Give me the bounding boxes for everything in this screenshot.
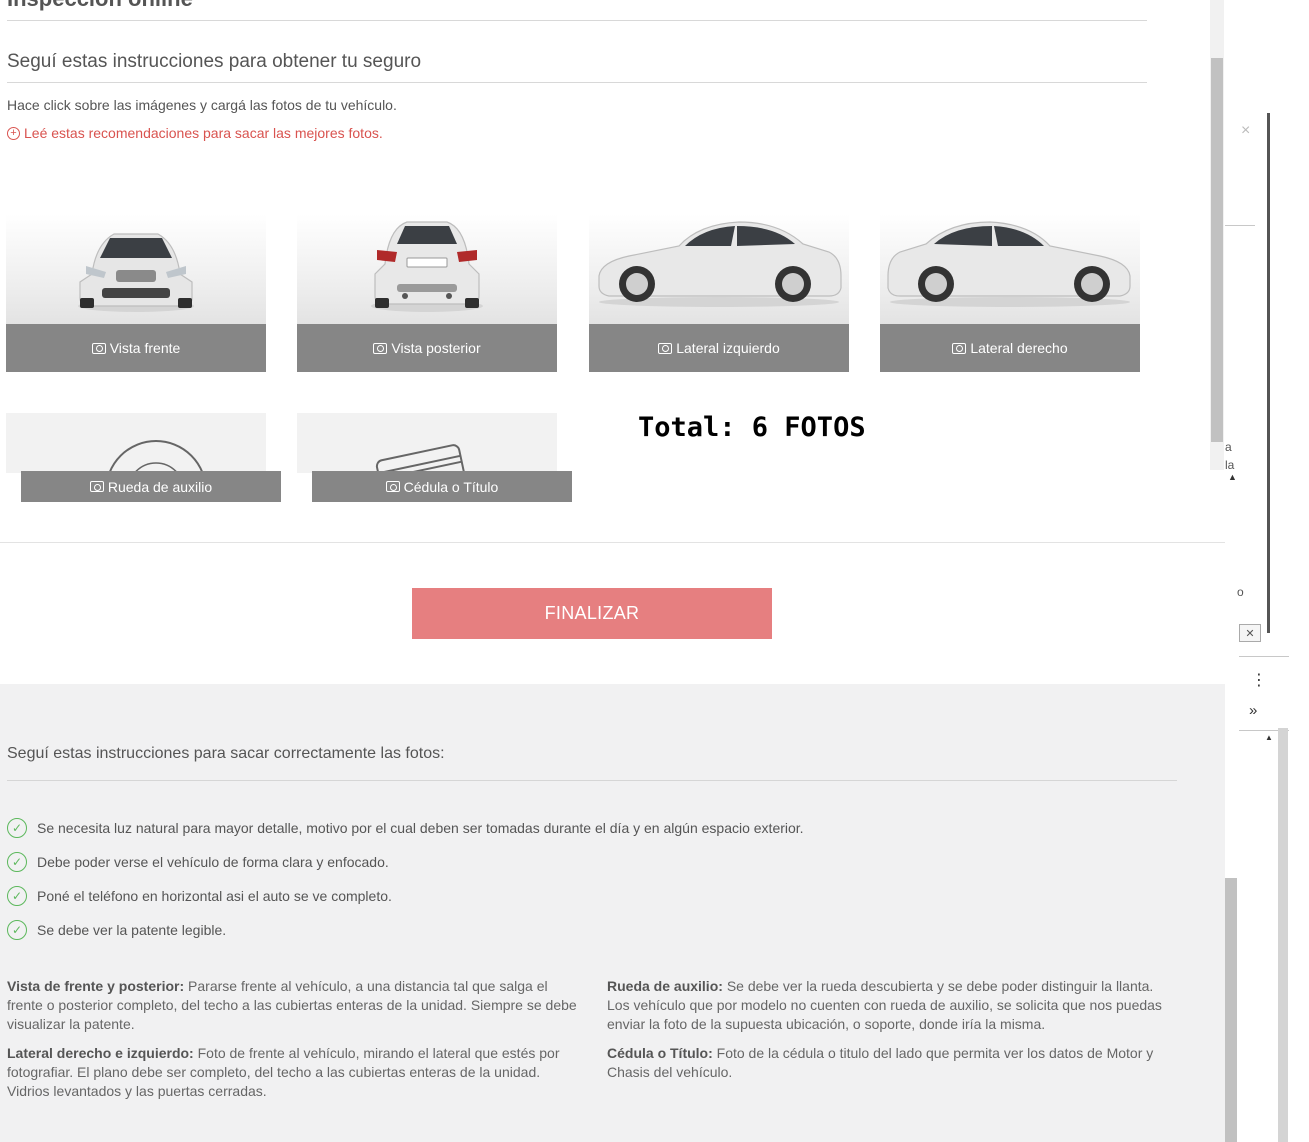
title-document-image [297,413,557,473]
divider [1225,225,1255,226]
check-item-text: Se debe ver la patente legible. [37,922,227,938]
photo-card-rear[interactable]: Vista posterior [297,214,557,372]
photo-label-spare-wheel[interactable]: Rueda de auxilio [21,471,281,502]
divider [1239,656,1289,657]
photo-label-text: Vista posterior [391,340,481,356]
cut-text: la [1225,458,1235,472]
check-item: ✓ Se debe ver la patente legible. [7,920,226,940]
detail-title: Lateral derecho e izquierdo: [7,1045,194,1061]
photo-card-left-side[interactable]: Lateral izquierdo [589,214,849,372]
detail-title: Vista de frente y posterior: [7,978,185,994]
detail-left-right: Lateral derecho e izquierdo: Foto de fre… [7,1044,582,1101]
photo-instructions-section: Seguí estas instrucciones para sacar cor… [0,684,1225,1142]
detail-title: Cédula o Título: [607,1045,713,1061]
camera-icon [658,342,673,354]
check-circle-icon: ✓ [7,818,27,838]
photo-label-title-document[interactable]: Cédula o Título [312,471,572,502]
car-left-side-image [589,214,849,324]
detail-spare-wheel: Rueda de auxilio: Se debe ver la rueda d… [607,977,1167,1034]
photo-label-front[interactable]: Vista frente [6,324,266,372]
check-item: ✓ Poné el teléfono en horizontal asi el … [7,886,392,906]
chevrons-right-icon[interactable]: » [1249,702,1257,719]
camera-icon [373,342,388,354]
upload-hint: Hace click sobre las imágenes y cargá la… [7,97,397,113]
check-item-text: Debe poder verse el vehículo de forma cl… [37,854,389,870]
check-item-text: Poné el teléfono en horizontal asi el au… [37,888,392,904]
check-circle-icon: ✓ [7,886,27,906]
photo-card-spare-wheel[interactable]: Rueda de auxilio [6,413,281,503]
check-item: ✓ Debe poder verse el vehículo de forma … [7,852,389,872]
plus-circle-icon: + [7,126,20,140]
photo-label-rear[interactable]: Vista posterior [297,324,557,372]
divider [7,20,1147,21]
recommendations-link[interactable]: + Leé estas recomendaciones para sacar l… [7,125,383,141]
scroll-up-arrow-icon[interactable]: ▲ [1228,472,1237,482]
photo-label-text: Lateral derecho [970,340,1068,356]
camera-icon [385,481,400,492]
photo-card-title-document[interactable]: Cédula o Título [297,413,572,503]
side-scrollbar[interactable] [1278,728,1288,1142]
check-item-text: Se necesita luz natural para mayor detal… [37,820,804,836]
window-edge [1267,113,1270,633]
detail-title-document: Cédula o Título: Foto de la cédula o tit… [607,1044,1167,1082]
close-tab-icon[interactable]: ✕ [1239,624,1261,642]
cut-text: a [1225,440,1232,454]
photo-label-left-side[interactable]: Lateral izquierdo [589,324,849,372]
section-title: Inspección online [7,0,193,12]
car-rear-image [297,214,557,324]
camera-icon [91,342,106,354]
check-item: ✓ Se necesita luz natural para mayor det… [7,818,804,838]
camera-icon [89,481,104,492]
close-icon[interactable]: × [1241,122,1250,140]
total-photos-label: Total: 6 FOTOS [638,412,866,443]
photo-card-right-side[interactable]: Lateral derecho [880,214,1140,372]
scroll-up-arrow-icon[interactable]: ▲ [1265,733,1273,742]
check-circle-icon: ✓ [7,920,27,940]
camera-icon [952,342,967,354]
cut-text: o [1237,585,1244,599]
divider [0,542,1225,543]
photo-label-text: Rueda de auxilio [107,478,213,495]
page-subtitle: Seguí estas instrucciones para obtener t… [7,51,422,72]
page-scrollbar-thumb[interactable] [1211,58,1223,442]
more-vert-icon[interactable]: ⋮ [1251,670,1267,690]
check-circle-icon: ✓ [7,852,27,872]
upload-section: Inspección online Seguí estas instruccio… [0,0,1225,684]
divider [7,780,1177,781]
finish-button[interactable]: FINALIZAR [412,588,772,639]
photo-label-text: Vista frente [109,340,181,356]
detail-front-rear: Vista de frente y posterior: Pararse fre… [7,977,582,1034]
photo-card-front[interactable]: Vista frente [6,214,266,372]
photo-label-text: Cédula o Título [403,478,499,495]
recommendations-link-label: Leé estas recomendaciones para sacar las… [24,125,383,141]
photo-label-text: Lateral izquierdo [676,340,780,356]
divider [7,82,1147,83]
car-front-image [6,214,266,324]
detail-title: Rueda de auxilio: [607,978,723,994]
side-scrollbar-thumb[interactable] [1225,878,1237,1142]
spare-wheel-image [6,413,266,473]
photo-label-right-side[interactable]: Lateral derecho [880,324,1140,372]
car-right-side-image [880,214,1140,324]
instructions-title: Seguí estas instrucciones para sacar cor… [7,745,445,762]
